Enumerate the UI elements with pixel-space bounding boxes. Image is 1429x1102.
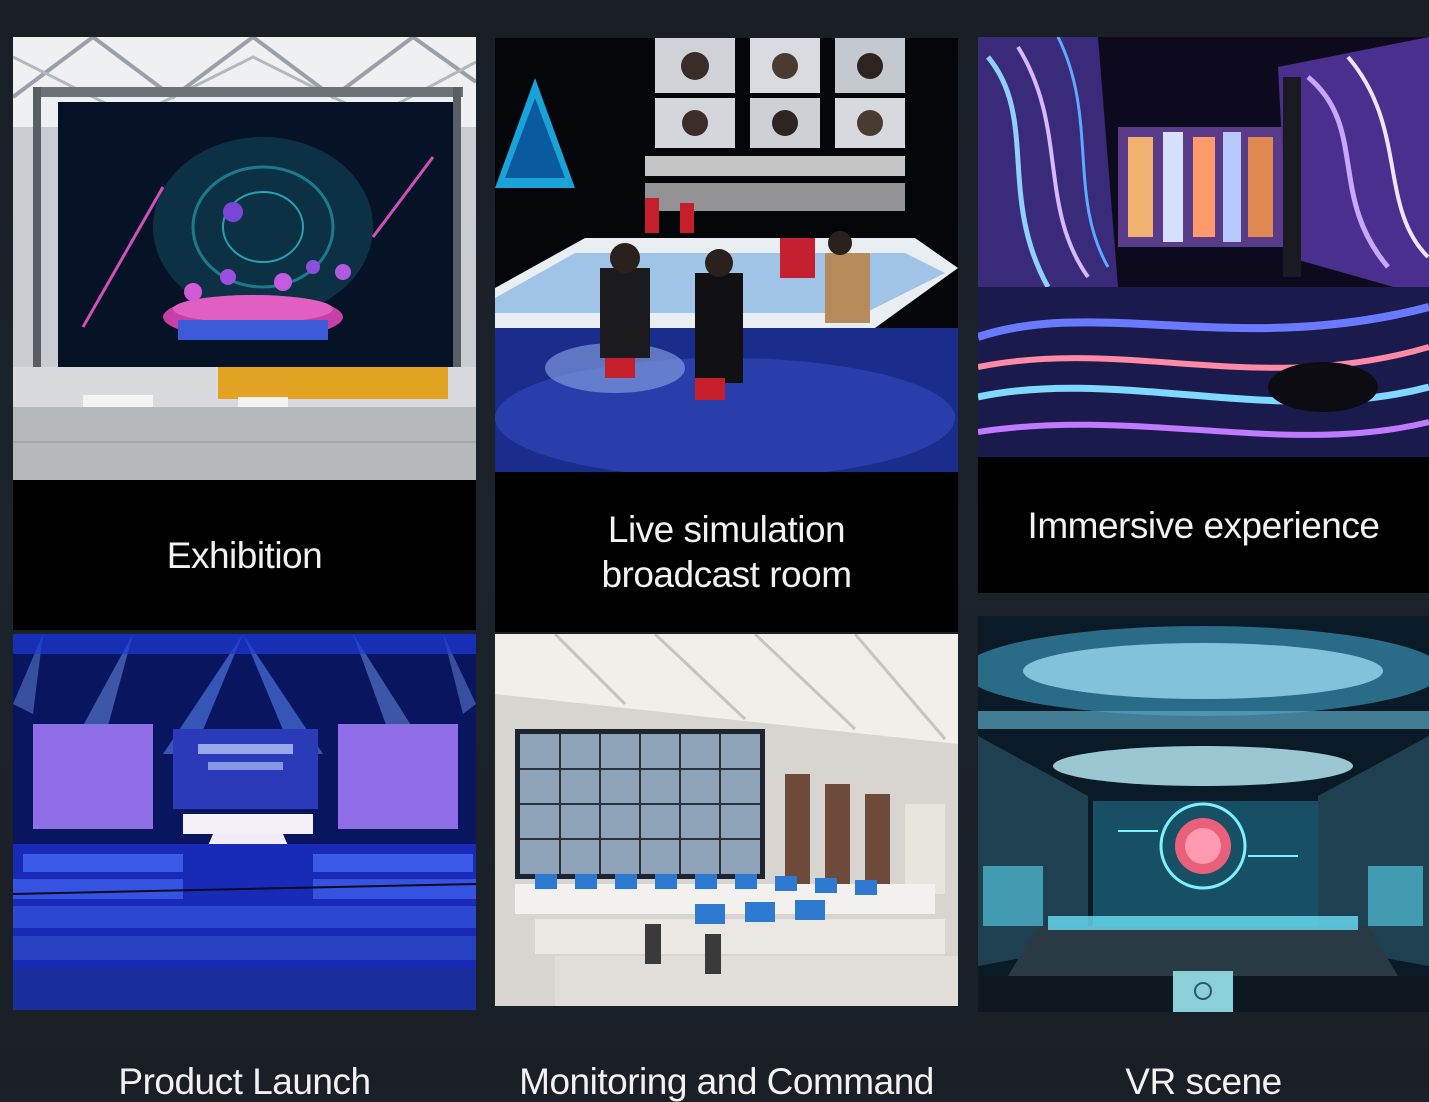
immersive-experience-photo xyxy=(978,37,1429,457)
exhibition-caption-box: Exhibition xyxy=(13,480,476,630)
immersive-experience-caption: Immersive experience xyxy=(1027,504,1380,546)
product-launch-photo xyxy=(13,634,476,1010)
broadcast-room-caption-box: Live simulation broadcast room xyxy=(495,472,958,632)
product-launch-caption: Product Launch xyxy=(118,1062,371,1102)
monitoring-command-caption: Monitoring and Command xyxy=(519,1062,934,1102)
vr-scene-caption: VR scene xyxy=(1125,1062,1282,1102)
exhibition-photo xyxy=(13,37,476,480)
broadcast-room-photo xyxy=(495,38,958,472)
vr-scene-photo xyxy=(978,616,1429,1012)
immersive-experience-caption-box: Immersive experience xyxy=(978,457,1429,593)
exhibition-caption: Exhibition xyxy=(166,534,323,576)
monitoring-command-photo xyxy=(495,634,958,1006)
application-scenes-gallery: Exhibition Live simulation broadcast roo… xyxy=(0,0,1429,1102)
broadcast-room-caption: Live simulation broadcast room xyxy=(601,509,852,595)
